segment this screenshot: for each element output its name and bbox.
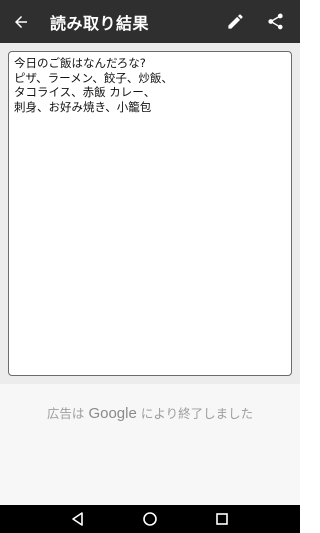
share-icon [267, 13, 283, 30]
share-button[interactable] [264, 11, 286, 33]
ad-area: 広告は Google により終了しました [0, 384, 300, 505]
pencil-icon [227, 14, 243, 29]
ad-suffix: により終了しました [140, 406, 254, 421]
nav-back-button[interactable] [68, 509, 88, 529]
ad-closed-message: 広告は Google により終了しました [0, 403, 300, 422]
arrow-back-icon [15, 15, 27, 28]
nav-back-icon [72, 512, 83, 526]
result-text-area[interactable]: 今日のご飯はなんだろな? ピザ、ラーメン、餃子、炒飯、 タコライス、赤飯 カレー… [8, 51, 292, 376]
google-logo: Google [88, 405, 137, 422]
edit-button[interactable] [224, 11, 246, 33]
ad-prefix: 広告は [46, 406, 85, 421]
nav-home-icon [143, 512, 157, 526]
nav-home-button[interactable] [140, 509, 160, 529]
nav-recents-icon [216, 513, 228, 525]
system-nav-bar [0, 505, 300, 533]
result-panel: 今日のご飯はなんだろな? ピザ、ラーメン、餃子、炒飯、 タコライス、赤飯 カレー… [0, 43, 300, 384]
back-button[interactable] [10, 11, 32, 33]
nav-recents-button[interactable] [212, 509, 232, 529]
page-title: 読み取り結果 [50, 13, 150, 33]
app-bar: 読み取り結果 [0, 0, 300, 43]
